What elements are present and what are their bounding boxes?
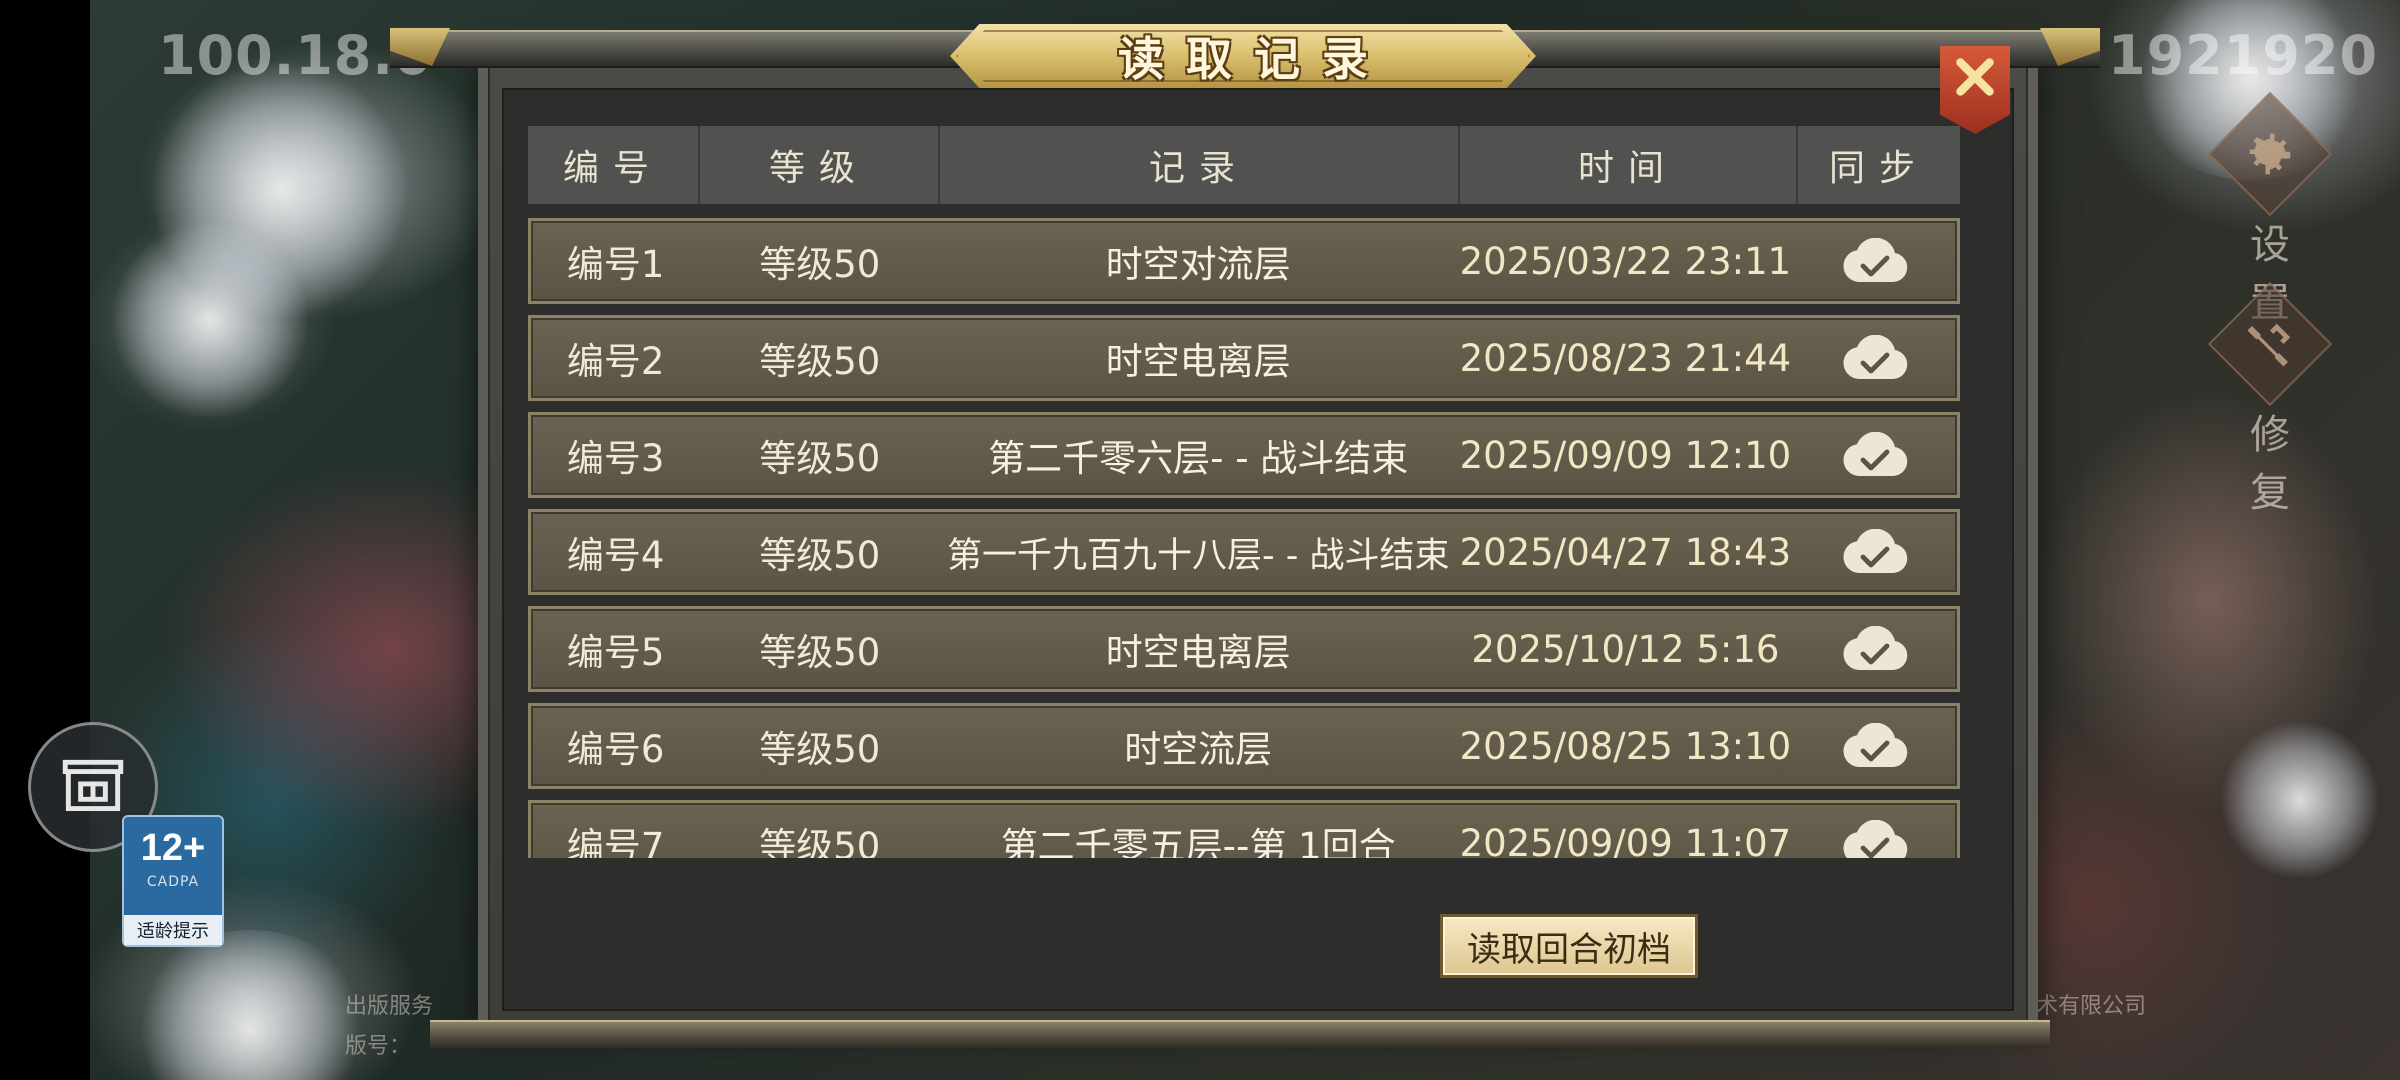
row-level: 等级50 bbox=[759, 534, 881, 577]
row-time: 2025/09/09 12:10 bbox=[1459, 433, 1792, 477]
table-row[interactable]: 编号4 等级50 第一千九百九十八层- - 战斗结束 2025/04/27 18… bbox=[528, 509, 1960, 595]
cloud-sync-icon[interactable] bbox=[1794, 626, 1957, 672]
header-level: 等级 bbox=[698, 126, 938, 204]
cloud-sync-icon[interactable] bbox=[1794, 820, 1957, 858]
cloud-sync-icon[interactable] bbox=[1794, 335, 1957, 381]
gear-icon bbox=[2249, 133, 2291, 175]
table-row[interactable]: 编号2 等级50 时空电离层 2025/08/23 21:44 bbox=[528, 315, 1960, 401]
records-list[interactable]: 编号1 等级50 时空对流层 2025/03/22 23:11 编号2 等级50… bbox=[528, 218, 1960, 858]
row-record: 第一千九百九十八层- - 战斗结束 bbox=[946, 535, 1450, 576]
table-row[interactable]: 编号6 等级50 时空流层 2025/08/25 13:10 bbox=[528, 703, 1960, 789]
read-round-save-button[interactable]: 读取回合初档 bbox=[1440, 914, 1698, 978]
dialog-title: 读取记录 bbox=[1118, 32, 1390, 86]
dialog-bottom-bar bbox=[430, 1020, 2050, 1048]
box-icon bbox=[62, 759, 124, 812]
row-id: 编号1 bbox=[566, 243, 665, 286]
header-record: 记录 bbox=[938, 126, 1458, 204]
row-level: 等级50 bbox=[759, 437, 881, 480]
repair-button[interactable]: 修复 bbox=[2200, 281, 2340, 518]
row-record: 时空电离层 bbox=[1105, 340, 1291, 383]
wrench-icon bbox=[2247, 323, 2291, 367]
row-record: 第二千零五层--第 1回合 bbox=[1000, 825, 1396, 858]
header-id: 编号 bbox=[562, 148, 663, 189]
publisher-label: 出版服务 bbox=[345, 994, 434, 1019]
row-time: 2025/09/09 11:07 bbox=[1459, 821, 1792, 859]
age-rating-badge: 12+ CADPA 适龄提示 bbox=[122, 815, 224, 947]
row-record: 时空对流层 bbox=[1105, 243, 1291, 286]
license-label: 版号： bbox=[345, 1034, 412, 1059]
dialog-title-plaque: 读取记录 bbox=[950, 24, 1536, 88]
row-record: 时空流层 bbox=[1124, 728, 1273, 771]
close-icon bbox=[1956, 58, 1994, 96]
table-row[interactable]: 编号1 等级50 时空对流层 2025/03/22 23:11 bbox=[528, 218, 1960, 304]
row-level: 等级50 bbox=[759, 728, 881, 771]
records-table-header: 编号 等级 记录 时间 同步 bbox=[528, 126, 1960, 204]
row-time: 2025/03/22 23:11 bbox=[1459, 239, 1792, 283]
row-time: 2025/10/12 5:16 bbox=[1471, 627, 1780, 671]
row-id: 编号7 bbox=[566, 825, 665, 858]
row-id: 编号3 bbox=[566, 437, 665, 480]
row-level: 等级50 bbox=[759, 340, 881, 383]
cloud-sync-icon[interactable] bbox=[1794, 529, 1957, 575]
header-time: 时间 bbox=[1458, 126, 1796, 204]
cloud-sync-icon[interactable] bbox=[1794, 723, 1957, 769]
row-time: 2025/08/25 13:10 bbox=[1459, 724, 1792, 768]
company-label: 术有限公司 bbox=[2036, 994, 2147, 1019]
table-row[interactable]: 编号5 等级50 时空电离层 2025/10/12 5:16 bbox=[528, 606, 1960, 692]
player-id: 1921920 bbox=[2108, 24, 2379, 87]
repair-label: 修复 bbox=[2250, 412, 2312, 516]
row-id: 编号6 bbox=[566, 728, 665, 771]
table-row[interactable]: 编号7 等级50 第二千零五层--第 1回合 2025/09/09 11:07 bbox=[528, 800, 1960, 858]
row-record: 第二千零六层- - 战斗结束 bbox=[988, 437, 1409, 480]
cloud-sync-icon[interactable] bbox=[1794, 238, 1957, 284]
header-sync: 同步 bbox=[1796, 126, 1960, 204]
row-level: 等级50 bbox=[759, 825, 881, 858]
row-id: 编号5 bbox=[566, 631, 665, 674]
table-row[interactable]: 编号3 等级50 第二千零六层- - 战斗结束 2025/09/09 12:10 bbox=[528, 412, 1960, 498]
row-level: 等级50 bbox=[759, 631, 881, 674]
row-id: 编号2 bbox=[566, 340, 665, 383]
row-time: 2025/04/27 18:43 bbox=[1459, 530, 1792, 574]
row-record: 时空电离层 bbox=[1105, 631, 1291, 674]
cloud-sync-icon[interactable] bbox=[1794, 432, 1957, 478]
row-level: 等级50 bbox=[759, 243, 881, 286]
row-time: 2025/08/23 21:44 bbox=[1459, 336, 1792, 380]
row-id: 编号4 bbox=[566, 534, 665, 577]
